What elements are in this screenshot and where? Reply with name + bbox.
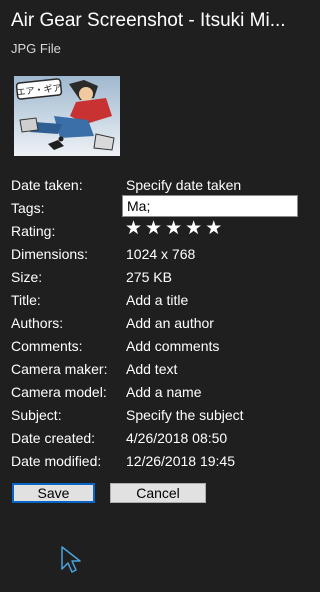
mouse-pointer-icon (61, 546, 81, 573)
title-label: Title: (11, 292, 41, 308)
star-1-icon[interactable]: ★ (125, 219, 142, 239)
comments-value[interactable]: Add comments (126, 337, 219, 355)
camera-maker-value[interactable]: Add text (126, 360, 177, 378)
row-camera-maker: Camera maker: Add text (11, 360, 306, 383)
row-size: Size: 275 KB (11, 268, 306, 291)
tags-input[interactable] (122, 195, 298, 217)
camera-model-label: Camera model: (11, 384, 107, 400)
authors-label: Authors: (11, 315, 64, 331)
star-3-icon[interactable]: ★ (165, 219, 182, 239)
date-created-label: Date created: (11, 430, 96, 446)
subject-label: Subject: (11, 407, 62, 423)
date-taken-value[interactable]: Specify date taken (126, 176, 241, 194)
star-rating[interactable]: ★ ★ ★ ★ ★ (125, 219, 225, 239)
dimensions-label: Dimensions: (11, 246, 89, 262)
row-rating: Rating: ★ ★ ★ ★ ★ (11, 219, 306, 245)
row-date-created: Date created: 4/26/2018 08:50 (11, 429, 306, 452)
comments-label: Comments: (11, 338, 83, 354)
size-value: 275 KB (126, 269, 172, 285)
authors-value[interactable]: Add an author (126, 314, 214, 332)
star-4-icon[interactable]: ★ (185, 219, 202, 239)
rating-label: Rating: (11, 223, 56, 239)
row-subject: Subject: Specify the subject (11, 406, 306, 429)
date-modified-label: Date modified: (11, 453, 102, 469)
row-title: Title: Add a title (11, 291, 306, 314)
tags-label: Tags: (11, 200, 45, 216)
row-comments: Comments: Add comments (11, 337, 306, 360)
save-button[interactable]: Save (12, 483, 95, 503)
title-value[interactable]: Add a title (126, 291, 188, 309)
dimensions-value: 1024 x 768 (126, 246, 196, 262)
camera-model-value[interactable]: Add a name (126, 383, 202, 401)
size-label: Size: (11, 269, 43, 285)
file-type-label: JPG File (11, 41, 61, 56)
subject-value[interactable]: Specify the subject (126, 406, 244, 424)
properties-panel: Date taken: Specify date taken Tags: Rat… (11, 176, 306, 475)
row-date-modified: Date modified: 12/26/2018 19:45 (11, 452, 306, 475)
row-camera-model: Camera model: Add a name (11, 383, 306, 406)
file-title: Air Gear Screenshot - Itsuki Mi... (11, 10, 286, 31)
star-2-icon[interactable]: ★ (145, 219, 162, 239)
row-authors: Authors: Add an author (11, 314, 306, 337)
cancel-button[interactable]: Cancel (110, 483, 206, 503)
image-thumbnail: エア・ギア (14, 76, 120, 156)
date-modified-value: 12/26/2018 19:45 (126, 453, 235, 469)
date-taken-label: Date taken: (11, 177, 83, 193)
row-dimensions: Dimensions: 1024 x 768 (11, 245, 306, 268)
date-created-value[interactable]: 4/26/2018 08:50 (126, 429, 227, 447)
camera-maker-label: Camera maker: (11, 361, 108, 377)
star-5-icon[interactable]: ★ (205, 219, 222, 239)
